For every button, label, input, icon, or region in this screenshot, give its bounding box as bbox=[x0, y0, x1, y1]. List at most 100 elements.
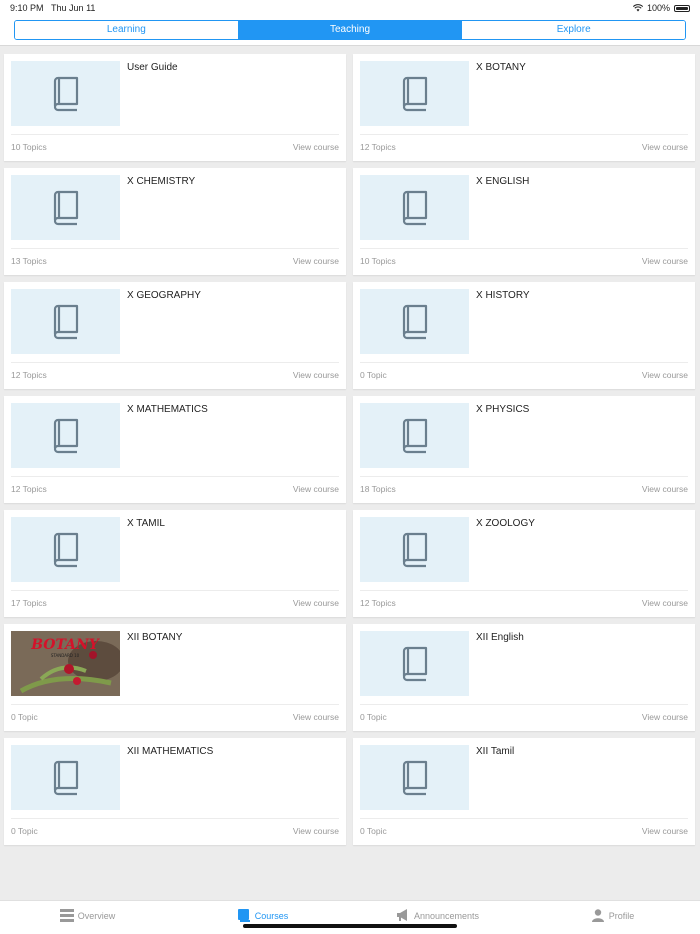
card-divider bbox=[11, 248, 339, 249]
segment-teaching[interactable]: Teaching bbox=[238, 21, 463, 39]
course-card[interactable]: User Guide 10 Topics View course bbox=[4, 54, 346, 161]
course-card[interactable]: XII English 0 Topic View course bbox=[353, 624, 695, 731]
bottom-tab-bar: Overview Courses Announcements Profile bbox=[0, 900, 700, 934]
card-divider bbox=[11, 362, 339, 363]
view-course-link[interactable]: View course bbox=[642, 142, 688, 152]
view-course-link[interactable]: View course bbox=[293, 712, 339, 722]
book-icon bbox=[402, 760, 427, 795]
view-course-link[interactable]: View course bbox=[293, 256, 339, 266]
course-title: X GEOGRAPHY bbox=[127, 290, 201, 301]
view-course-link[interactable]: View course bbox=[293, 484, 339, 494]
topic-count: 0 Topic bbox=[360, 370, 387, 380]
course-card[interactable]: X MATHEMATICS 12 Topics View course bbox=[4, 396, 346, 503]
tab-profile[interactable]: Profile bbox=[525, 901, 700, 934]
card-divider bbox=[360, 362, 688, 363]
course-card[interactable]: X HISTORY 0 Topic View course bbox=[353, 282, 695, 389]
topic-count: 12 Topics bbox=[11, 370, 47, 380]
card-divider bbox=[360, 704, 688, 705]
view-course-link[interactable]: View course bbox=[293, 370, 339, 380]
tab-announcements-label: Announcements bbox=[413, 910, 480, 921]
card-divider bbox=[360, 590, 688, 591]
course-card[interactable]: XII Tamil 0 Topic View course bbox=[353, 738, 695, 845]
course-grid: User Guide 10 Topics View course X BOTANY 12… bbox=[4, 54, 696, 845]
course-thumbnail bbox=[360, 175, 469, 240]
course-card[interactable]: X PHYSICS 18 Topics View course bbox=[353, 396, 695, 503]
card-divider bbox=[360, 248, 688, 249]
tab-overview[interactable]: Overview bbox=[0, 901, 175, 934]
topic-count: 10 Topics bbox=[360, 256, 396, 266]
course-card[interactable]: XII MATHEMATICS 0 Topic View course bbox=[4, 738, 346, 845]
course-card[interactable]: X BOTANY 12 Topics View course bbox=[353, 54, 695, 161]
course-thumbnail bbox=[360, 745, 469, 810]
book-icon bbox=[53, 304, 78, 339]
course-card[interactable]: X TAMIL 17 Topics View course bbox=[4, 510, 346, 617]
view-course-link[interactable]: View course bbox=[642, 712, 688, 722]
book-icon bbox=[53, 76, 78, 111]
tab-courses-label: Courses bbox=[254, 910, 289, 921]
view-course-link[interactable]: View course bbox=[642, 370, 688, 380]
tab-announcements[interactable]: Announcements bbox=[350, 901, 525, 934]
status-date: Thu Jun 11 bbox=[51, 3, 96, 13]
course-card[interactable]: BOTANY STANDARD 10 XII BOTANY 0 Topic View c… bbox=[4, 624, 346, 731]
card-divider bbox=[11, 590, 339, 591]
course-title: XII English bbox=[476, 632, 524, 643]
card-divider bbox=[360, 818, 688, 819]
battery-percent: 100% bbox=[646, 3, 670, 13]
view-course-link[interactable]: View course bbox=[293, 142, 339, 152]
course-title: X BOTANY bbox=[476, 62, 526, 73]
card-divider bbox=[11, 134, 339, 135]
book-icon bbox=[402, 418, 427, 453]
book-icon bbox=[402, 190, 427, 225]
view-course-link[interactable]: View course bbox=[642, 598, 688, 608]
overview-icon bbox=[59, 909, 74, 922]
topic-count: 13 Topics bbox=[11, 256, 47, 266]
book-icon bbox=[53, 190, 78, 225]
course-thumbnail bbox=[360, 517, 469, 582]
topic-count: 0 Topic bbox=[11, 712, 38, 722]
book-icon bbox=[402, 76, 427, 111]
course-thumbnail bbox=[11, 175, 120, 240]
top-header: Learning Teaching Explore bbox=[0, 16, 700, 46]
book-icon bbox=[53, 532, 78, 567]
segment-explore[interactable]: Explore bbox=[462, 21, 685, 39]
topic-count: 0 Topic bbox=[11, 826, 38, 836]
tab-courses[interactable]: Courses bbox=[175, 901, 350, 934]
view-course-link[interactable]: View course bbox=[293, 598, 339, 608]
course-thumbnail bbox=[11, 517, 120, 582]
course-title: X TAMIL bbox=[127, 518, 165, 529]
course-thumbnail bbox=[11, 61, 120, 126]
segment-learning[interactable]: Learning bbox=[15, 21, 239, 39]
course-card[interactable]: X GEOGRAPHY 12 Topics View course bbox=[4, 282, 346, 389]
book-icon bbox=[402, 304, 427, 339]
topic-count: 0 Topic bbox=[360, 712, 387, 722]
profile-icon bbox=[591, 909, 604, 922]
card-divider bbox=[11, 818, 339, 819]
card-divider bbox=[11, 704, 339, 705]
course-title: XII MATHEMATICS bbox=[127, 746, 214, 757]
view-course-link[interactable]: View course bbox=[642, 256, 688, 266]
view-course-link[interactable]: View course bbox=[642, 826, 688, 836]
course-thumbnail bbox=[11, 403, 120, 468]
botany-cover-image: BOTANY STANDARD 10 bbox=[11, 631, 120, 696]
course-title: XII Tamil bbox=[476, 746, 515, 757]
course-title: X ENGLISH bbox=[476, 176, 530, 187]
status-time: 9:10 PM Thu Jun 11 bbox=[10, 3, 96, 13]
view-course-link[interactable]: View course bbox=[642, 484, 688, 494]
topic-count: 0 Topic bbox=[360, 826, 387, 836]
course-card[interactable]: X CHEMISTRY 13 Topics View course bbox=[4, 168, 346, 275]
battery-icon bbox=[674, 4, 690, 12]
course-card[interactable]: X ENGLISH 10 Topics View course bbox=[353, 168, 695, 275]
home-indicator bbox=[243, 924, 457, 928]
book-icon bbox=[53, 760, 78, 795]
tab-overview-label: Overview bbox=[77, 910, 116, 921]
topic-count: 12 Topics bbox=[360, 142, 396, 152]
topic-count: 10 Topics bbox=[11, 142, 47, 152]
course-title: User Guide bbox=[127, 62, 178, 73]
course-title: X CHEMISTRY bbox=[127, 176, 196, 187]
megaphone-icon bbox=[396, 909, 407, 921]
svg-text:STANDARD 10: STANDARD 10 bbox=[51, 653, 80, 658]
view-course-link[interactable]: View course bbox=[293, 826, 339, 836]
course-card[interactable]: X ZOOLOGY 12 Topics View course bbox=[353, 510, 695, 617]
mode-segmented-control: Learning Teaching Explore bbox=[14, 20, 686, 40]
course-title: X HISTORY bbox=[476, 290, 530, 301]
